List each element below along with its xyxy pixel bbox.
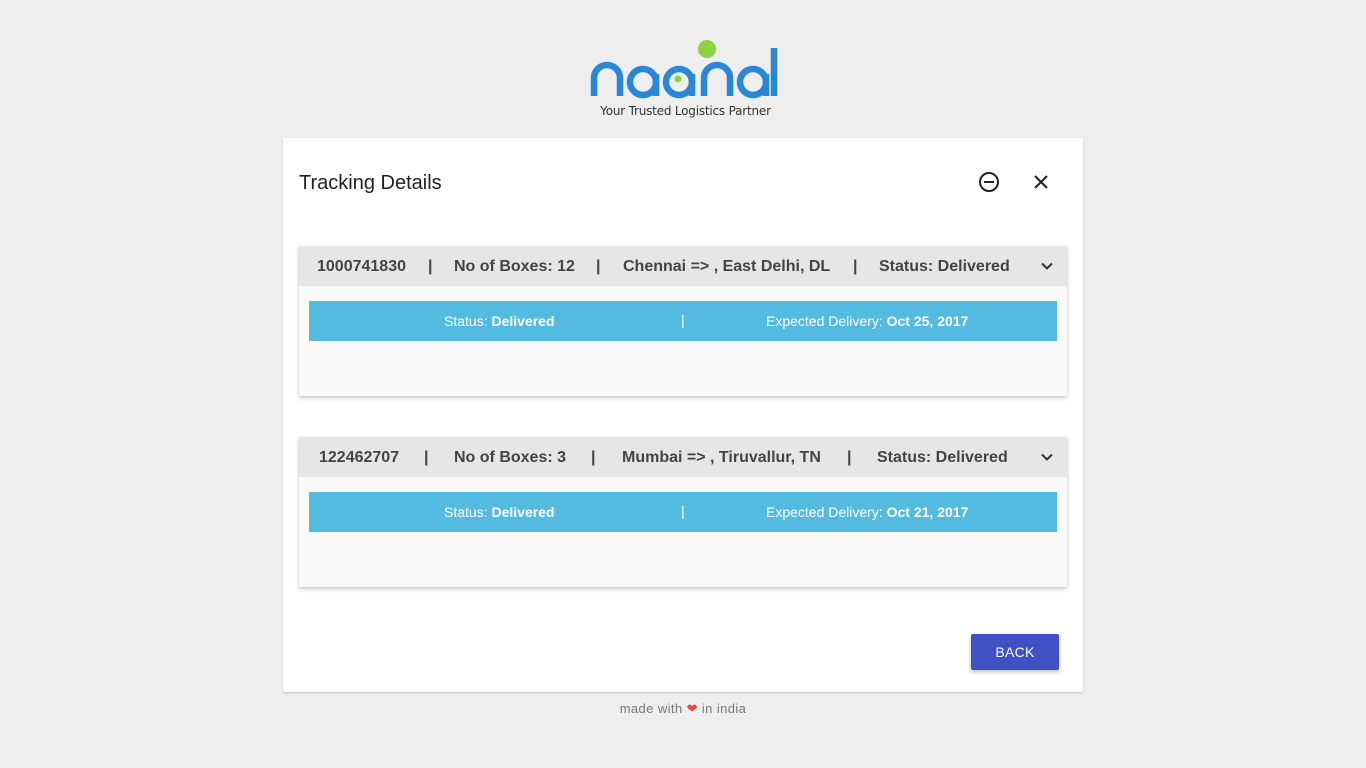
status-separator: | <box>681 503 685 519</box>
brand-logo: Your Trusted Logistics Partner <box>588 38 780 124</box>
shipment-boxes: No of Boxes: 12 <box>454 258 575 275</box>
chevron-down-icon[interactable] <box>1039 258 1055 274</box>
shipment-boxes: No of Boxes: 3 <box>454 449 567 466</box>
naanal-logo-icon <box>590 40 778 99</box>
footer-text-after: in india <box>701 701 747 716</box>
chevron-down-icon[interactable] <box>1039 449 1055 465</box>
status-text: Status: Delivered <box>444 504 555 520</box>
header-separator: | <box>847 449 852 466</box>
minus-circle-icon <box>979 172 999 192</box>
status-bar: Status: Delivered | Expected Delivery: O… <box>309 492 1057 532</box>
shipment-route: Chennai => , East Delhi, DL <box>623 258 831 275</box>
shipment-id: 1000741830 <box>317 258 406 275</box>
header-separator: | <box>853 258 858 275</box>
shipment-id: 122462707 <box>319 449 400 466</box>
minimize-button[interactable] <box>973 166 1005 198</box>
shipment-status: Status: Delivered <box>877 449 1008 466</box>
header-separator: | <box>424 449 429 466</box>
back-button[interactable]: BACK <box>971 634 1059 670</box>
shipment-panel-header[interactable]: 1000741830 | No of Boxes: 12 | Chennai =… <box>299 246 1067 286</box>
close-icon <box>1034 175 1048 189</box>
shipment-panel: 122462707 | No of Boxes: 3 | Mumbai => ,… <box>299 437 1067 587</box>
shipment-status: Status: Delivered <box>879 258 1010 275</box>
footer-text-before: made with <box>619 701 683 716</box>
shipment-panel-header[interactable]: 122462707 | No of Boxes: 3 | Mumbai => ,… <box>299 437 1067 477</box>
status-text: Status: Delivered <box>444 313 555 329</box>
expected-delivery: Expected Delivery: Oct 21, 2017 <box>766 504 969 520</box>
header-separator: | <box>596 258 601 275</box>
header-separator: | <box>591 449 596 466</box>
heart-icon: ❤ <box>686 701 698 716</box>
page-title: Tracking Details <box>299 172 442 194</box>
logo-tagline: Your Trusted Logistics Partner <box>600 104 771 118</box>
close-button[interactable] <box>1025 166 1057 198</box>
tracking-details-card: Tracking Details 1000741830 | No of Boxe… <box>283 138 1083 692</box>
header-separator: | <box>428 258 433 275</box>
shipment-panel: 1000741830 | No of Boxes: 12 | Chennai =… <box>299 246 1067 396</box>
shipment-route: Mumbai => , Tiruvallur, TN <box>622 449 821 466</box>
expected-delivery: Expected Delivery: Oct 25, 2017 <box>766 313 969 329</box>
status-bar: Status: Delivered | Expected Delivery: O… <box>309 301 1057 341</box>
status-separator: | <box>681 312 685 328</box>
footer: made with ❤ in india <box>0 701 1366 717</box>
